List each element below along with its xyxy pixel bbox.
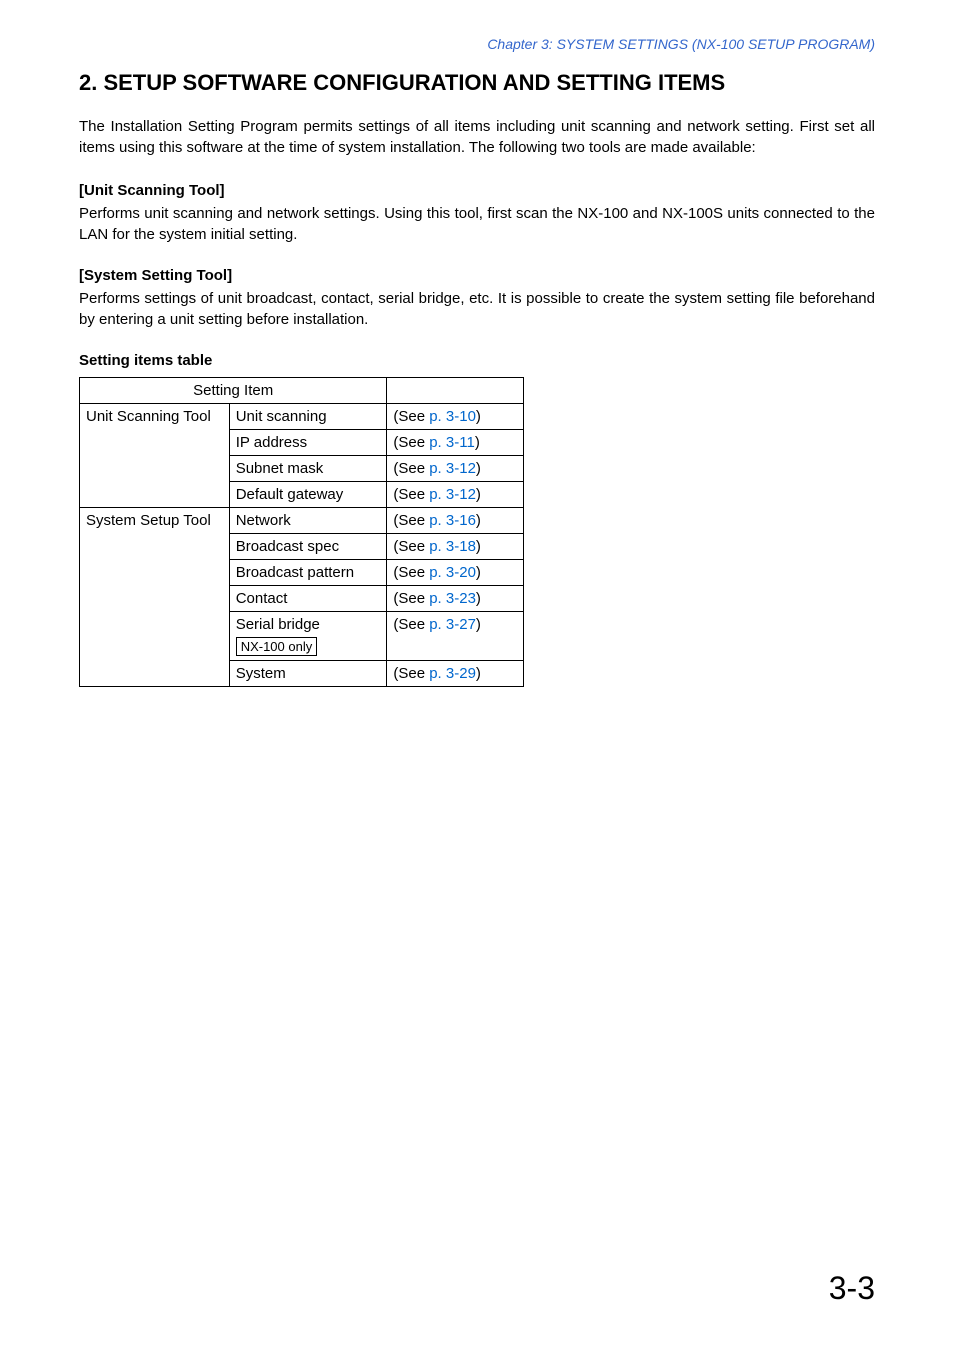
see-prefix: (See bbox=[393, 434, 429, 451]
see-prefix: (See bbox=[393, 564, 429, 581]
nx-100-only-badge: NX-100 only bbox=[236, 637, 318, 656]
see-cell: (See p. 3-27) bbox=[387, 612, 524, 661]
see-cell: (See p. 3-29) bbox=[387, 661, 524, 687]
system-setting-heading: [System Setting Tool] bbox=[79, 267, 875, 284]
page-container: Chapter 3: SYSTEM SETTINGS (NX-100 SETUP… bbox=[0, 0, 954, 1351]
settings-table: Setting Item Unit Scanning Tool Unit sca… bbox=[79, 377, 524, 687]
see-suffix: ) bbox=[475, 434, 480, 451]
item-cell: Broadcast spec bbox=[229, 534, 387, 560]
see-prefix: (See bbox=[393, 486, 429, 503]
unit-scanning-desc: Performs unit scanning and network setti… bbox=[79, 203, 875, 245]
see-suffix: ) bbox=[476, 538, 481, 555]
see-suffix: ) bbox=[476, 486, 481, 503]
group-cell-system-setup: System Setup Tool bbox=[80, 508, 230, 687]
page-link[interactable]: p. 3-20 bbox=[429, 564, 476, 581]
see-suffix: ) bbox=[476, 616, 481, 633]
see-prefix: (See bbox=[393, 616, 429, 633]
page-number: 3-3 bbox=[829, 1270, 875, 1307]
table-header-empty bbox=[387, 378, 524, 404]
see-cell: (See p. 3-12) bbox=[387, 482, 524, 508]
chapter-header: Chapter 3: SYSTEM SETTINGS (NX-100 SETUP… bbox=[79, 36, 875, 52]
table-row: Unit Scanning Tool Unit scanning (See p.… bbox=[80, 404, 524, 430]
table-title: Setting items table bbox=[79, 352, 875, 369]
item-cell: Contact bbox=[229, 586, 387, 612]
unit-scanning-heading: [Unit Scanning Tool] bbox=[79, 182, 875, 199]
see-cell: (See p. 3-23) bbox=[387, 586, 524, 612]
page-link[interactable]: p. 3-10 bbox=[429, 408, 476, 425]
page-title: 2. SETUP SOFTWARE CONFIGURATION AND SETT… bbox=[79, 70, 875, 96]
intro-paragraph: The Installation Setting Program permits… bbox=[79, 116, 875, 158]
item-cell: Subnet mask bbox=[229, 456, 387, 482]
page-link[interactable]: p. 3-23 bbox=[429, 590, 476, 607]
item-cell: Default gateway bbox=[229, 482, 387, 508]
see-prefix: (See bbox=[393, 460, 429, 477]
page-link[interactable]: p. 3-12 bbox=[429, 486, 476, 503]
item-cell-serial-bridge: Serial bridge NX-100 only bbox=[229, 612, 387, 661]
table-header-cell: Setting Item bbox=[80, 378, 387, 404]
page-link[interactable]: p. 3-16 bbox=[429, 512, 476, 529]
system-setting-desc: Performs settings of unit broadcast, con… bbox=[79, 288, 875, 330]
see-prefix: (See bbox=[393, 665, 429, 682]
item-cell: Unit scanning bbox=[229, 404, 387, 430]
table-row: System Setup Tool Network (See p. 3-16) bbox=[80, 508, 524, 534]
page-link[interactable]: p. 3-11 bbox=[429, 434, 475, 451]
see-cell: (See p. 3-20) bbox=[387, 560, 524, 586]
page-link[interactable]: p. 3-18 bbox=[429, 538, 476, 555]
see-cell: (See p. 3-18) bbox=[387, 534, 524, 560]
tool-section-unit-scanning: [Unit Scanning Tool] Performs unit scann… bbox=[79, 182, 875, 245]
see-suffix: ) bbox=[476, 590, 481, 607]
see-cell: (See p. 3-16) bbox=[387, 508, 524, 534]
page-link[interactable]: p. 3-27 bbox=[429, 616, 476, 633]
see-prefix: (See bbox=[393, 512, 429, 529]
group-cell-unit-scanning: Unit Scanning Tool bbox=[80, 404, 230, 508]
item-cell: System bbox=[229, 661, 387, 687]
see-prefix: (See bbox=[393, 538, 429, 555]
see-suffix: ) bbox=[476, 564, 481, 581]
see-cell: (See p. 3-12) bbox=[387, 456, 524, 482]
see-prefix: (See bbox=[393, 408, 429, 425]
see-cell: (See p. 3-11) bbox=[387, 430, 524, 456]
see-suffix: ) bbox=[476, 512, 481, 529]
table-header-row: Setting Item bbox=[80, 378, 524, 404]
item-cell: Network bbox=[229, 508, 387, 534]
tool-section-system-setting: [System Setting Tool] Performs settings … bbox=[79, 267, 875, 330]
see-cell: (See p. 3-10) bbox=[387, 404, 524, 430]
see-prefix: (See bbox=[393, 590, 429, 607]
page-link[interactable]: p. 3-12 bbox=[429, 460, 476, 477]
item-cell: IP address bbox=[229, 430, 387, 456]
see-suffix: ) bbox=[476, 460, 481, 477]
item-text: Serial bridge bbox=[236, 616, 320, 633]
page-link[interactable]: p. 3-29 bbox=[429, 665, 476, 682]
see-suffix: ) bbox=[476, 408, 481, 425]
see-suffix: ) bbox=[476, 665, 481, 682]
item-cell: Broadcast pattern bbox=[229, 560, 387, 586]
